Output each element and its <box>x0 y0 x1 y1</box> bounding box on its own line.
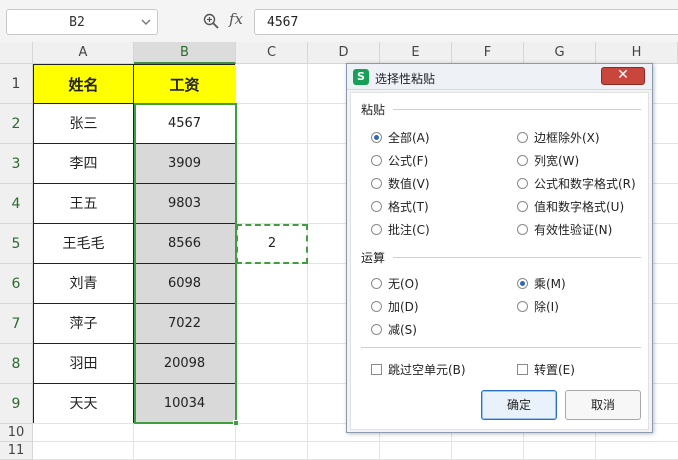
paste-option-validation[interactable]: 有效性验证(N) <box>517 221 612 238</box>
cancel-button[interactable]: 取消 <box>565 390 641 420</box>
radio-icon <box>371 324 382 335</box>
radio-selected-icon <box>517 278 528 289</box>
paste-option-values[interactable]: 数值(V) <box>371 175 430 192</box>
paste-option-comments[interactable]: 批注(C) <box>371 221 430 238</box>
formula-bar: B2 fx 4567 <box>0 0 678 42</box>
paste-group-divider <box>393 109 641 110</box>
paste-option-column-widths[interactable]: 列宽(W) <box>517 152 579 169</box>
spreadsheet-window: B2 fx 4567 A B C D E F G H 1 2 3 4 5 6 7… <box>0 0 678 460</box>
radio-icon <box>371 155 382 166</box>
chevron-down-icon[interactable] <box>141 16 151 28</box>
paste-group-title: 粘贴 <box>361 103 386 117</box>
radio-icon <box>517 155 528 166</box>
formula-value: 4567 <box>267 15 299 30</box>
paste-option-formulas-and-number-formats[interactable]: 公式和数字格式(R) <box>517 175 636 192</box>
dialog-title: 选择性粘贴 <box>375 72 436 86</box>
fill-handle[interactable] <box>233 420 239 426</box>
operation-option-subtract[interactable]: 减(S) <box>371 321 417 338</box>
operation-group-divider <box>393 257 641 258</box>
fx-icon[interactable]: fx <box>229 10 243 28</box>
paste-option-formats[interactable]: 格式(T) <box>371 198 429 215</box>
paste-option-formulas[interactable]: 公式(F) <box>371 152 428 169</box>
operation-option-add[interactable]: 加(D) <box>371 298 419 315</box>
dialog-body: 粘贴 全部(A) 公式(F) 数值(V) 格式(T) 批注(C) 边框除外(X)… <box>350 92 649 430</box>
radio-selected-icon <box>371 132 382 143</box>
radio-icon <box>517 178 528 189</box>
paste-option-all-except-borders[interactable]: 边框除外(X) <box>517 129 600 146</box>
radio-icon <box>517 224 528 235</box>
operation-group-title: 运算 <box>361 251 386 265</box>
radio-icon <box>517 132 528 143</box>
paste-special-dialog: S 选择性粘贴 ✕ 粘贴 全部(A) 公式(F) 数值(V) 格式(T) 批注(… <box>346 63 653 433</box>
ok-button[interactable]: 确定 <box>481 390 557 420</box>
paste-option-values-and-number-formats[interactable]: 值和数字格式(U) <box>517 198 624 215</box>
selection-range <box>134 103 237 424</box>
radio-icon <box>371 301 382 312</box>
transpose-checkbox[interactable]: 转置(E) <box>517 361 575 378</box>
app-logo-icon: S <box>353 69 369 85</box>
radio-icon <box>371 178 382 189</box>
copied-cell-c5[interactable]: 2 <box>236 224 308 264</box>
radio-icon <box>517 201 528 212</box>
operation-option-divide[interactable]: 除(I) <box>517 298 559 315</box>
radio-icon <box>517 301 528 312</box>
paste-option-all[interactable]: 全部(A) <box>371 129 430 146</box>
checkbox-icon <box>371 364 382 375</box>
name-box-value: B2 <box>69 15 85 30</box>
formula-input[interactable]: 4567 <box>254 9 678 35</box>
dialog-titlebar[interactable]: S 选择性粘贴 ✕ <box>347 64 652 90</box>
name-box[interactable]: B2 <box>6 9 158 35</box>
zoom-icon[interactable] <box>202 12 220 30</box>
close-button[interactable]: ✕ <box>601 67 645 85</box>
options-divider <box>361 347 641 348</box>
checkbox-icon <box>517 364 528 375</box>
radio-icon <box>371 278 382 289</box>
skip-blanks-checkbox[interactable]: 跳过空单元(B) <box>371 361 466 378</box>
radio-icon <box>371 224 382 235</box>
operation-option-multiply[interactable]: 乘(M) <box>517 275 566 292</box>
operation-option-none[interactable]: 无(O) <box>371 275 419 292</box>
radio-icon <box>371 201 382 212</box>
